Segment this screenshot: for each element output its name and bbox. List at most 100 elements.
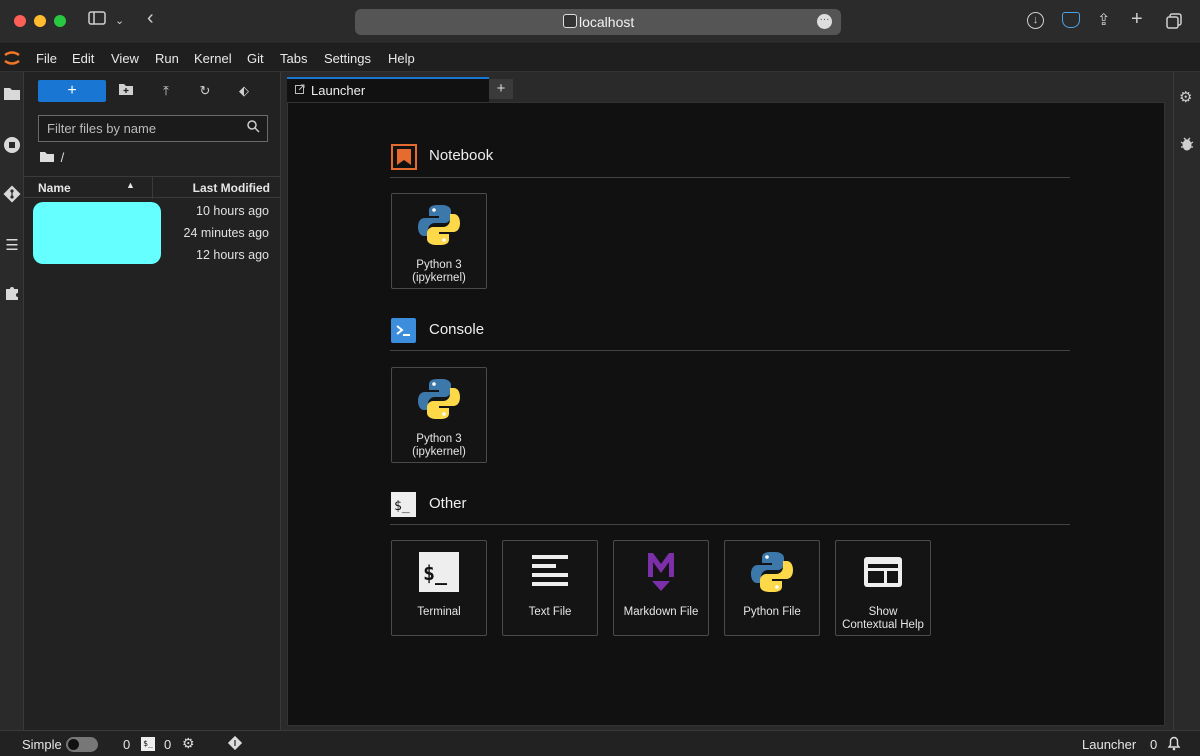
new-folder-icon[interactable]: [117, 82, 135, 100]
status-bar: Simple 0 $_ 0 ⚙ Launcher 0: [0, 730, 1200, 756]
new-launcher-button[interactable]: +: [38, 80, 106, 102]
terminal-icon[interactable]: $_: [141, 737, 155, 751]
card-label: Text File: [528, 606, 572, 618]
python-logo-icon: [751, 552, 793, 592]
svg-text:$_: $_: [394, 499, 410, 514]
tab-launcher-label: Launcher: [311, 83, 366, 98]
card-label: Show Contextual Help: [842, 606, 924, 631]
debugger-bug-icon[interactable]: [1179, 136, 1197, 154]
menu-run[interactable]: Run: [155, 51, 179, 66]
terminal-count[interactable]: 0: [123, 737, 130, 752]
python-logo-icon: [418, 379, 460, 419]
markdown-file-card[interactable]: Markdown File: [613, 540, 709, 636]
python-logo-icon: [418, 205, 460, 245]
launcher-panel: Notebook Python 3 (ipykernel) Console Py…: [287, 102, 1165, 726]
tab-launcher[interactable]: Launcher: [287, 77, 489, 102]
new-tab-button[interactable]: +: [489, 79, 513, 99]
console-python3-card[interactable]: Python 3 (ipykernel): [391, 367, 487, 463]
extension-puzzle-icon[interactable]: [2, 285, 22, 305]
status-launcher-label: Launcher: [1082, 737, 1137, 752]
menu-file[interactable]: File: [36, 51, 57, 66]
breadcrumb[interactable]: /: [40, 150, 64, 165]
menu-view[interactable]: View: [111, 51, 139, 66]
address-text: localhost: [579, 14, 635, 30]
search-icon: [247, 120, 260, 136]
notification-count[interactable]: 0: [1150, 737, 1157, 752]
markdown-icon: [648, 553, 674, 591]
menu-help[interactable]: Help: [388, 51, 415, 66]
menu-kernel[interactable]: Kernel: [194, 51, 232, 66]
sort-ascending-icon[interactable]: ▲: [126, 180, 135, 190]
git-status-icon[interactable]: [227, 735, 243, 751]
kernel-count[interactable]: 0: [164, 737, 171, 752]
column-divider: [152, 177, 153, 199]
git-clone-icon[interactable]: ⬖: [235, 82, 253, 100]
column-modified-header[interactable]: Last Modified: [193, 181, 270, 195]
python-file-card[interactable]: Python File: [724, 540, 820, 636]
more-icon[interactable]: ···: [817, 14, 832, 29]
pocket-icon[interactable]: [1062, 12, 1080, 28]
new-tab-icon[interactable]: +: [1131, 8, 1143, 31]
card-label: Markdown File: [623, 606, 699, 618]
redacted-file-names: [33, 202, 161, 264]
svg-text:$_: $_: [423, 561, 448, 585]
file-row-modified[interactable]: 24 minutes ago: [184, 226, 269, 240]
simple-mode-label: Simple: [22, 737, 62, 752]
text-file-icon: [532, 555, 568, 586]
jupyter-logo-icon: [3, 49, 21, 67]
file-row-modified[interactable]: 10 hours ago: [196, 204, 269, 218]
filter-files-input[interactable]: Filter files by name: [38, 115, 268, 142]
simple-mode-toggle[interactable]: [66, 737, 98, 752]
main-dock-area: Launcher + Notebook Python 3 (ipykernel)…: [281, 72, 1173, 730]
section-divider: [390, 524, 1070, 525]
notebook-section-title: Notebook: [429, 147, 494, 164]
folder-icon[interactable]: [2, 86, 22, 106]
card-label: Python 3 (ipykernel): [412, 433, 466, 458]
tab-bar: Launcher +: [281, 72, 1173, 102]
menu-git[interactable]: Git: [247, 51, 264, 66]
text-file-card[interactable]: Text File: [502, 540, 598, 636]
menu-edit[interactable]: Edit: [72, 51, 94, 66]
zoom-window-button[interactable]: [54, 15, 66, 27]
download-icon[interactable]: ↓: [1027, 12, 1044, 29]
breadcrumb-root[interactable]: /: [61, 150, 65, 165]
notebook-section-icon: [391, 144, 417, 170]
minimize-window-button[interactable]: [34, 15, 46, 27]
terminal-card[interactable]: $_ Terminal: [391, 540, 487, 636]
section-divider: [390, 350, 1070, 351]
file-row-modified[interactable]: 12 hours ago: [196, 248, 269, 262]
notebook-python3-card[interactable]: Python 3 (ipykernel): [391, 193, 487, 289]
card-label: Python File: [743, 606, 801, 618]
notification-bell-icon[interactable]: [1166, 735, 1182, 751]
chevron-down-icon[interactable]: ⌄: [115, 14, 124, 27]
contextual-help-card[interactable]: Show Contextual Help: [835, 540, 931, 636]
tab-overview-icon[interactable]: [1166, 13, 1182, 29]
terminal-icon: $_: [419, 552, 459, 592]
browser-toolbar: ⌄ ‹ localhost ··· ↓ ⇪ +: [0, 0, 1200, 44]
menu-tabs[interactable]: Tabs: [280, 51, 307, 66]
column-name-header[interactable]: Name: [38, 181, 71, 195]
upload-icon[interactable]: ⤒: [157, 82, 175, 100]
file-list-header: Name ▲ Last Modified: [24, 176, 281, 199]
menu-settings[interactable]: Settings: [324, 51, 371, 66]
toggle-knob: [68, 739, 79, 750]
sidebar-toggle-icon[interactable]: [87, 11, 107, 30]
share-icon[interactable]: ⇪: [1097, 10, 1110, 30]
table-of-contents-icon[interactable]: ☰: [2, 236, 22, 256]
other-section-title: Other: [429, 495, 467, 512]
site-favicon-icon: [563, 14, 577, 28]
section-divider: [390, 177, 1070, 178]
property-inspector-gears-icon[interactable]: ⚙: [1179, 88, 1197, 106]
kernel-chip-icon[interactable]: ⚙: [182, 735, 195, 752]
card-label: Python 3 (ipykernel): [412, 259, 466, 284]
running-stop-icon[interactable]: [2, 136, 22, 156]
breadcrumb-folder-icon: [40, 150, 58, 165]
menu-bar: File Edit View Run Kernel Git Tabs Setti…: [0, 44, 1200, 72]
address-bar[interactable]: localhost ···: [355, 9, 841, 35]
console-section-title: Console: [429, 321, 485, 338]
right-activity-bar: ⚙: [1173, 72, 1200, 730]
back-icon[interactable]: ‹: [147, 7, 154, 30]
close-window-button[interactable]: [14, 15, 26, 27]
git-icon[interactable]: [2, 185, 22, 205]
refresh-icon[interactable]: ↻: [196, 82, 214, 100]
